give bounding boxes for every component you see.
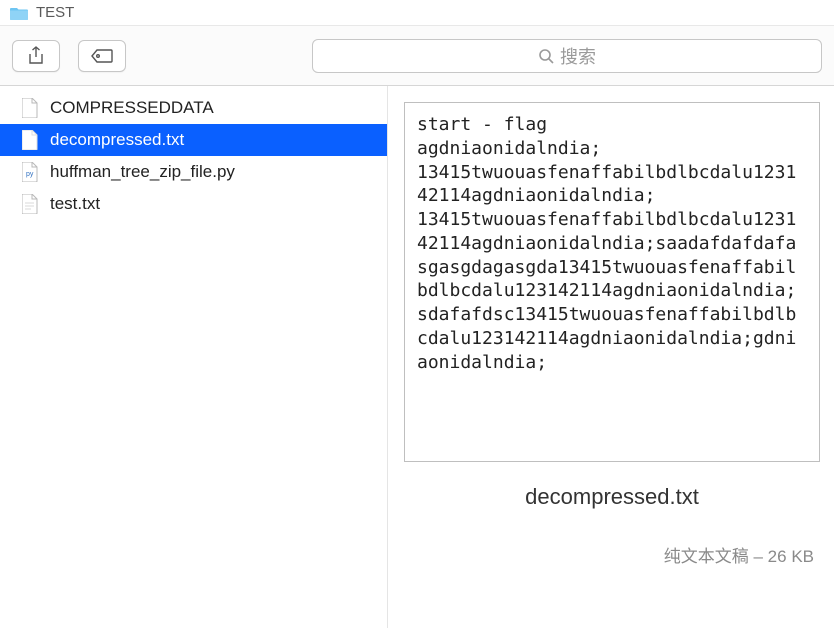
python-file-icon: py bbox=[20, 161, 40, 183]
folder-icon bbox=[10, 6, 28, 20]
toolbar: 搜索 bbox=[0, 26, 834, 86]
file-row[interactable]: decompressed.txt bbox=[0, 124, 387, 156]
file-name: COMPRESSEDDATA bbox=[50, 98, 214, 118]
tag-icon bbox=[91, 48, 113, 64]
preview-pane: start - flag agdniaonidalndia; 13415twuo… bbox=[388, 86, 834, 628]
file-name: test.txt bbox=[50, 194, 100, 214]
search-icon bbox=[538, 48, 554, 64]
document-icon bbox=[20, 97, 40, 119]
share-icon bbox=[28, 46, 44, 66]
search-input[interactable]: 搜索 bbox=[312, 39, 822, 73]
svg-text:py: py bbox=[26, 171, 34, 178]
search-placeholder: 搜索 bbox=[560, 43, 596, 69]
share-button[interactable] bbox=[12, 40, 60, 72]
file-list[interactable]: COMPRESSEDDATA decompressed.txt py huffm… bbox=[0, 86, 388, 628]
document-icon bbox=[20, 129, 40, 151]
title-bar: TEST bbox=[0, 0, 834, 26]
tag-button[interactable] bbox=[78, 40, 126, 72]
file-name: huffman_tree_zip_file.py bbox=[50, 162, 235, 182]
document-icon bbox=[20, 193, 40, 215]
preview-content: start - flag agdniaonidalndia; 13415twuo… bbox=[404, 102, 820, 462]
file-row[interactable]: py huffman_tree_zip_file.py bbox=[0, 156, 387, 188]
file-row[interactable]: test.txt bbox=[0, 188, 387, 220]
preview-meta: 纯文本文稿 – 26 KB bbox=[404, 542, 820, 567]
preview-filename: decompressed.txt bbox=[404, 484, 820, 510]
file-name: decompressed.txt bbox=[50, 130, 184, 150]
content-area: COMPRESSEDDATA decompressed.txt py huffm… bbox=[0, 86, 834, 628]
file-row[interactable]: COMPRESSEDDATA bbox=[0, 92, 387, 124]
window-title: TEST bbox=[36, 4, 74, 21]
